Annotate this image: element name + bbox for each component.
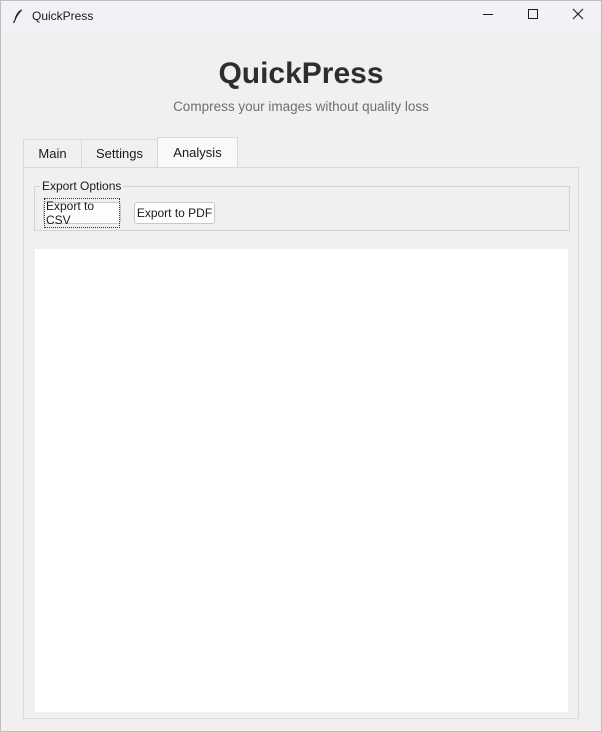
export-options-label: Export Options (40, 179, 124, 193)
app-title: QuickPress (218, 57, 384, 90)
export-csv-label: Export to CSV (44, 198, 120, 228)
close-icon (572, 7, 584, 25)
export-csv-button[interactable]: Export to CSV (43, 198, 121, 228)
analysis-panel: Export Options Export to CSV Export to P… (23, 167, 579, 719)
tab-main[interactable]: Main (23, 139, 82, 167)
feather-icon (10, 8, 26, 24)
app-subtitle: Compress your images without quality los… (173, 99, 429, 114)
window-title: QuickPress (32, 9, 94, 23)
tab-analysis[interactable]: Analysis (157, 137, 238, 168)
export-options-group: Export Options Export to CSV Export to P… (34, 179, 570, 231)
app-window: QuickPress QuickPress Compress your imag… (0, 0, 602, 732)
analysis-content-area (35, 249, 568, 712)
minimize-icon (482, 7, 494, 25)
export-pdf-button[interactable]: Export to PDF (134, 202, 215, 224)
maximize-icon (527, 7, 539, 25)
maximize-button[interactable] (510, 1, 556, 31)
export-pdf-label: Export to PDF (136, 206, 213, 220)
tab-settings[interactable]: Settings (81, 139, 158, 167)
close-button[interactable] (555, 1, 601, 31)
minimize-button[interactable] (465, 1, 511, 31)
title-bar[interactable]: QuickPress (1, 1, 601, 31)
